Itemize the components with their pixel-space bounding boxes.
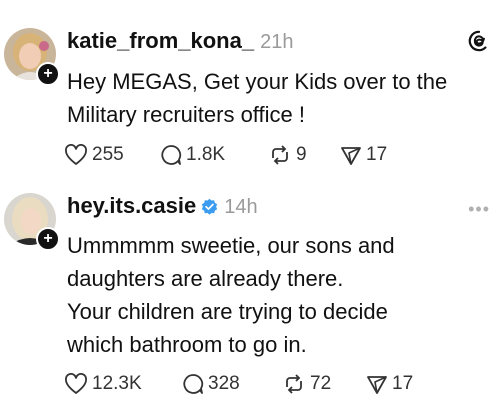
follow-plus-icon[interactable]: + xyxy=(36,227,60,251)
post-text-line: daughters are already there. xyxy=(67,266,344,291)
timestamp: 21h xyxy=(260,31,294,53)
timestamp: 14h xyxy=(224,196,258,218)
reply-button[interactable]: 1.8K xyxy=(160,144,268,166)
verified-badge-icon xyxy=(202,198,218,215)
share-count: 17 xyxy=(366,144,388,165)
reply-count: 1.8K xyxy=(186,144,226,165)
username[interactable]: katie_from_kona_ xyxy=(67,28,254,54)
username[interactable]: hey.its.casie xyxy=(67,193,196,219)
share-icon xyxy=(367,376,387,394)
repost-icon xyxy=(272,145,288,165)
like-button[interactable]: 255 xyxy=(64,144,160,166)
repost-count: 72 xyxy=(310,373,332,394)
post-text-line: Your children are trying to decide xyxy=(67,299,388,324)
reply-button[interactable]: 328 xyxy=(182,373,282,395)
avatar[interactable]: + xyxy=(4,28,60,86)
comment-icon xyxy=(183,374,204,394)
follow-plus-icon[interactable]: + xyxy=(36,62,60,86)
more-options-icon[interactable]: ••• xyxy=(468,199,490,220)
post: + katie_from_kona_ 21h Hey MEGAS, Get yo… xyxy=(0,0,500,185)
like-button[interactable]: 12.3K xyxy=(64,373,182,395)
action-bar: 12.3K 328 72 17 xyxy=(64,373,413,395)
share-icon xyxy=(341,147,361,165)
post-text-line: which bathroom to go in. xyxy=(67,332,307,357)
post-text: Ummmmm sweetie, our sons and daughters a… xyxy=(67,229,495,361)
post-text-line: Ummmmm sweetie, our sons and xyxy=(67,233,395,258)
repost-icon xyxy=(286,374,302,394)
action-bar: 255 1.8K 9 17 xyxy=(64,144,387,166)
like-count: 255 xyxy=(92,144,124,165)
repost-button[interactable]: 72 xyxy=(282,373,366,395)
heart-icon xyxy=(65,373,87,394)
post-header: katie_from_kona_ 21h xyxy=(67,28,293,54)
post-text: Hey MEGAS, Get your Kids over to the Mil… xyxy=(67,65,495,131)
repost-button[interactable]: 9 xyxy=(268,144,340,166)
comment-icon xyxy=(161,145,182,165)
threads-logo-icon xyxy=(468,30,487,52)
post: + hey.its.casie 14h ••• Ummmmm sweetie, … xyxy=(0,185,500,400)
post-text-line: Military recruiters office ! xyxy=(67,102,305,127)
avatar[interactable]: + xyxy=(4,193,60,251)
share-button[interactable]: 17 xyxy=(340,144,387,166)
share-count: 17 xyxy=(392,373,414,394)
heart-icon xyxy=(65,144,87,165)
post-header: hey.its.casie 14h xyxy=(67,193,258,219)
repost-count: 9 xyxy=(296,144,307,165)
like-count: 12.3K xyxy=(92,373,142,394)
post-text-line: Hey MEGAS, Get your Kids over to the xyxy=(67,69,448,94)
share-button[interactable]: 17 xyxy=(366,373,413,395)
reply-count: 328 xyxy=(208,373,240,394)
